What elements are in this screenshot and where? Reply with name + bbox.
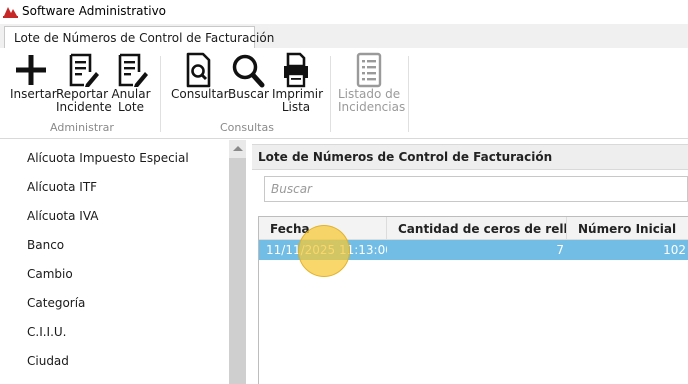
insertar-label: Insertar — [10, 87, 57, 101]
cell-ceros: 7 — [556, 243, 564, 257]
scrollbar-thumb[interactable] — [229, 158, 246, 384]
sidebar-item-alicuota-itf[interactable]: Alícuota ITF — [27, 180, 97, 194]
ribbon-tabstrip: Lote de Números de Control de Facturació… — [0, 24, 688, 49]
sidebar-item-cambio[interactable]: Cambio — [27, 267, 73, 281]
title-bar: Software Administrativo — [0, 0, 688, 24]
window-title: Software Administrativo — [22, 4, 167, 18]
sidebar-item-categoria[interactable]: Categoría — [27, 296, 85, 310]
sidebar: Alícuota Impuesto Especial Alícuota ITF … — [0, 140, 229, 384]
group-separator — [408, 56, 409, 132]
magnifier-icon — [232, 54, 265, 88]
scroll-up-icon[interactable] — [233, 146, 243, 151]
sidebar-item-banco[interactable]: Banco — [27, 238, 64, 252]
panel-title: Lote de Números de Control de Facturació… — [258, 150, 553, 164]
document-edit-icon — [118, 53, 148, 87]
reportar-incidente-button[interactable]: Reportar Incidente — [56, 52, 112, 114]
group-separator — [330, 56, 331, 132]
column-header-numero-inicial[interactable]: Número Inicial — [567, 217, 688, 239]
ribbon: Insertar Reportar Incidente Anular Lote … — [0, 48, 688, 139]
sidebar-item-alicuota-impuesto-especial[interactable]: Alícuota Impuesto Especial — [27, 151, 189, 165]
cell-numero-inicial: 102 — [663, 243, 686, 257]
search-input[interactable] — [264, 176, 688, 202]
buscar-label: Buscar — [228, 87, 269, 101]
imprimir-lista-button[interactable]: Imprimir Lista — [272, 52, 323, 114]
buscar-button[interactable]: Buscar — [228, 52, 269, 101]
group-label-administrar: Administrar — [50, 121, 114, 134]
cursor-highlight — [298, 225, 350, 277]
insertar-button[interactable]: Insertar — [10, 52, 57, 101]
sidebar-scrollbar[interactable] — [229, 140, 246, 384]
report-edit-icon — [69, 53, 99, 87]
sidebar-item-ciiu[interactable]: C.I.I.U. — [27, 325, 67, 339]
consultar-label: Consultar — [171, 87, 229, 101]
sidebar-item-ciudad[interactable]: Ciudad — [27, 354, 69, 368]
plus-icon — [16, 55, 46, 85]
anular-lote-button[interactable]: Anular Lote — [110, 52, 152, 114]
column-header-ceros[interactable]: Cantidad de ceros de relleno — [387, 217, 567, 239]
consultar-button[interactable]: Consultar — [171, 52, 229, 101]
listado-label-2: Incidencias — [338, 100, 406, 114]
sidebar-item-alicuota-iva[interactable]: Alícuota IVA — [27, 209, 98, 223]
reportar-label-2: Incidente — [56, 100, 112, 114]
listado-incidencias-button[interactable]: Listado de Incidencias — [338, 52, 406, 114]
anular-label-2: Lote — [118, 100, 144, 114]
panel-header: Lote de Números de Control de Facturació… — [252, 144, 688, 170]
notebook-list-icon — [356, 52, 382, 88]
printer-icon — [284, 52, 308, 88]
ribbon-tab-label: Lote de Números de Control de Facturació… — [14, 31, 275, 45]
group-separator — [160, 56, 161, 132]
ribbon-tab-lote[interactable]: Lote de Números de Control de Facturació… — [4, 26, 274, 48]
group-label-consultas: Consultas — [220, 121, 274, 134]
app-logo-icon — [3, 5, 18, 18]
imprimir-label-2: Lista — [281, 100, 311, 114]
document-search-icon — [186, 52, 211, 88]
